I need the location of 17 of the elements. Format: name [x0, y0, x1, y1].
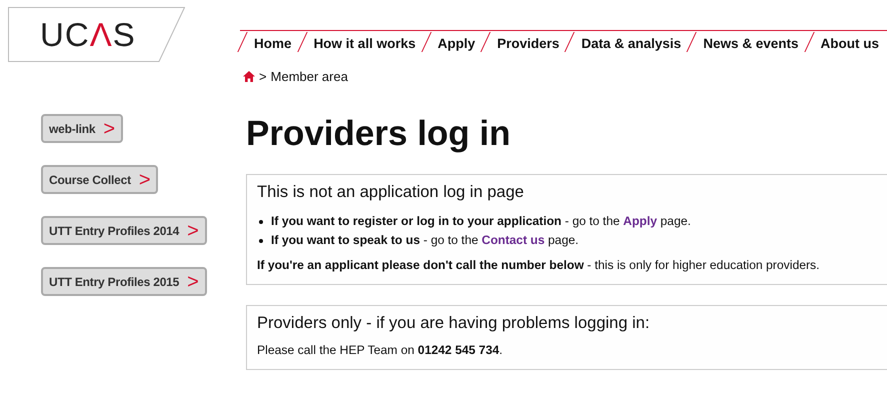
- notice-item: If you want to register or log in to your application - go to the Apply page.: [257, 212, 877, 231]
- help-title: Providers only - if you are having problems logging in:: [257, 314, 651, 333]
- inline-link[interactable]: Contact us: [482, 233, 545, 247]
- sidebar-button[interactable]: web-link >: [41, 114, 123, 143]
- breadcrumb-separator: >: [259, 69, 267, 84]
- sidebar-button[interactable]: UTT Entry Profiles 2014 >: [41, 216, 207, 245]
- sidebar-button[interactable]: Course Collect >: [41, 165, 158, 194]
- breadcrumb-current: Member area: [270, 69, 348, 84]
- home-icon[interactable]: [243, 71, 256, 82]
- inline-link[interactable]: Apply: [623, 214, 657, 228]
- sidebar-button[interactable]: UTT Entry Profiles 2015 >: [41, 267, 207, 296]
- notice-title: This is not an application log in page: [257, 183, 525, 202]
- notice-item: If you want to speak to us - go to the Contact us page.: [257, 231, 877, 250]
- help-text: Please call the HEP Team on 01242 545 734.: [257, 343, 504, 357]
- page-title: Providers log in: [246, 114, 512, 155]
- warning-text: If you're an applicant please don't call the number below - this is only for higher education providers.: [257, 258, 821, 272]
- logo-panel[interactable]: UCΛS: [8, 7, 182, 62]
